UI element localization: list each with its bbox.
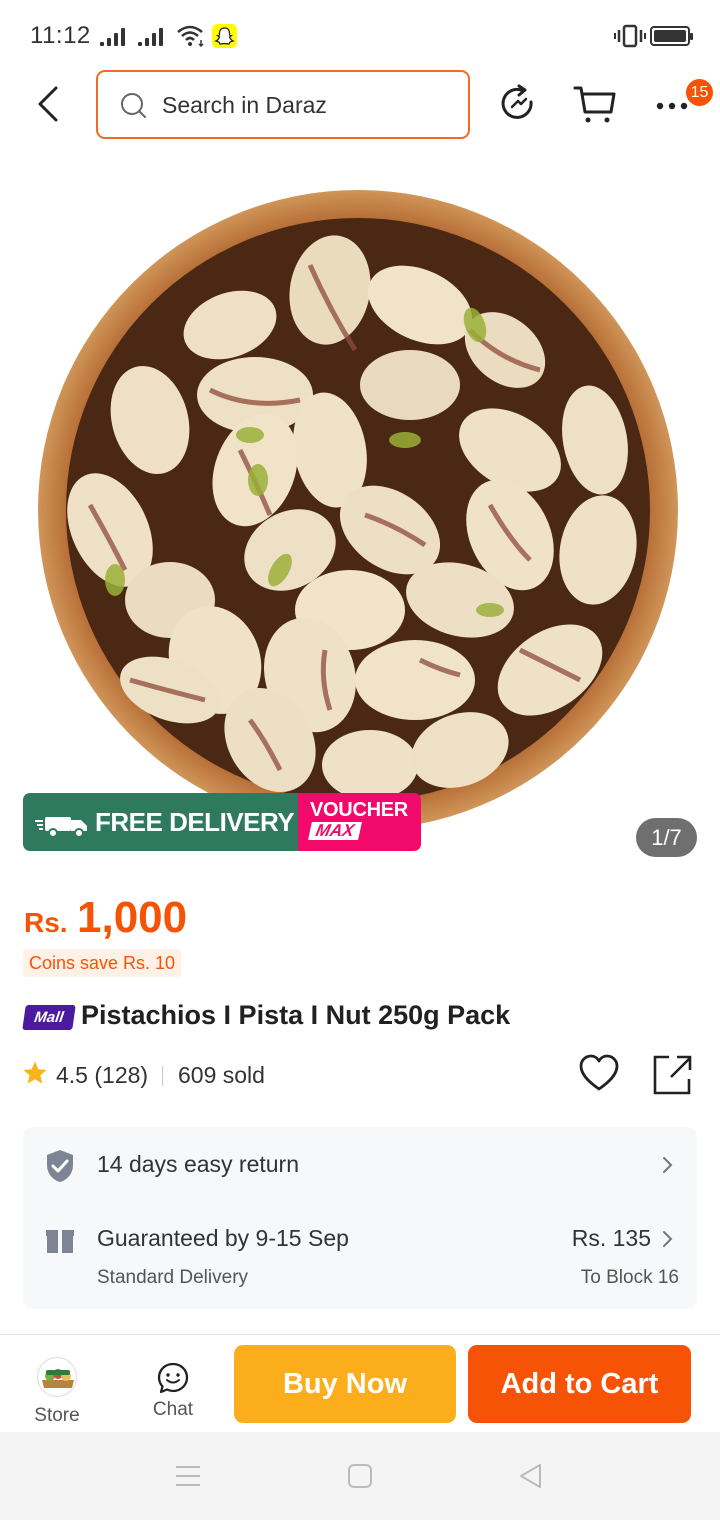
search-icon <box>121 93 146 118</box>
refresh-icon[interactable] <box>497 82 541 126</box>
chat-icon <box>157 1362 189 1394</box>
delivery-type: Standard Delivery <box>97 1267 249 1288</box>
nav-back-icon[interactable] <box>516 1462 544 1490</box>
sold-count: 609 sold <box>178 1062 265 1088</box>
free-tag: FREE <box>45 807 72 818</box>
bottom-action-bar: Store Chat Buy Now Add to Cart <box>0 1334 720 1432</box>
wifi-icon <box>177 25 204 48</box>
divider <box>162 1066 163 1086</box>
rating-value: 4.5 (128) <box>56 1062 149 1088</box>
back-arrow-icon[interactable] <box>28 80 76 128</box>
search-input[interactable]: Search in Daraz <box>96 70 470 139</box>
image-counter: 1/7 <box>636 818 697 857</box>
store-logo <box>37 1357 77 1397</box>
chat-label: Chat <box>152 1399 194 1420</box>
add-to-cart-button[interactable]: Add to Cart <box>468 1345 691 1423</box>
shield-check-icon <box>47 1150 73 1182</box>
notification-badge: 15 <box>686 79 713 106</box>
chevron-right-icon[interactable] <box>661 1229 675 1249</box>
price-value: 1,000 <box>77 893 188 942</box>
chevron-right-icon[interactable] <box>661 1155 675 1175</box>
signal-icon <box>138 28 168 46</box>
package-icon <box>46 1230 74 1253</box>
product-title: Pistachios I Pista I Nut 250g Pack <box>81 1000 511 1030</box>
wishlist-heart-icon[interactable] <box>578 1053 620 1095</box>
voucher-max-banner: VOUCHER MAX <box>298 793 421 851</box>
home-icon[interactable] <box>346 1462 374 1490</box>
free-delivery-label: FREE DELIVERY <box>95 807 295 837</box>
buy-now-button[interactable]: Buy Now <box>234 1345 456 1423</box>
mall-badge: Mall <box>22 1005 76 1030</box>
store-label: Store <box>34 1405 80 1426</box>
status-bar: 11:12 <box>0 0 720 72</box>
return-policy[interactable]: 14 days easy return <box>97 1151 299 1178</box>
signal-icon <box>100 28 130 46</box>
delivery-guarantee[interactable]: Guaranteed by 9-15 Sep <box>97 1225 349 1252</box>
delivery-info-card: 14 days easy return Guaranteed by 9-15 S… <box>23 1127 697 1309</box>
star-icon <box>23 1061 47 1084</box>
chat-button[interactable]: Chat <box>138 1349 208 1421</box>
delivery-fee[interactable]: Rs. 135 <box>572 1225 651 1252</box>
system-nav-bar <box>0 1432 720 1520</box>
status-time: 11:12 <box>30 22 91 49</box>
price-currency: Rs. <box>24 907 68 938</box>
share-icon[interactable] <box>651 1053 693 1095</box>
store-button[interactable]: Store <box>22 1349 92 1427</box>
battery-icon <box>650 26 693 46</box>
coins-save-tag: Coins save Rs. 10 <box>23 949 182 977</box>
cart-icon[interactable] <box>573 82 617 126</box>
recents-menu-icon[interactable] <box>174 1462 202 1490</box>
max-label: MAX <box>308 821 362 840</box>
delivery-location: To Block 16 <box>580 1267 679 1288</box>
promo-banner: FREE FREE DELIVERY VOUCHER MAX <box>23 793 421 851</box>
free-delivery-banner: FREE FREE DELIVERY <box>23 793 298 851</box>
product-image[interactable] <box>0 150 720 860</box>
vibrate-icon <box>614 24 646 48</box>
search-placeholder: Search in Daraz <box>162 92 327 118</box>
voucher-label: VOUCHER <box>310 799 408 821</box>
snapchat-icon <box>212 24 237 48</box>
